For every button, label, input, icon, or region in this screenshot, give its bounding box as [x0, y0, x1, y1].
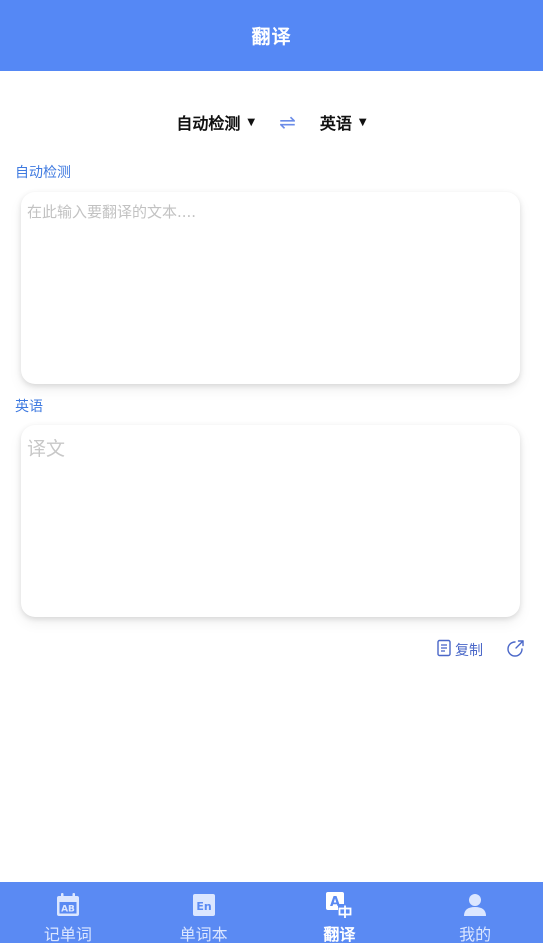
caret-down-icon: ▼	[358, 116, 367, 128]
tab-memorize-words[interactable]: AB 记单词	[0, 882, 136, 944]
translation-output-box: 译文	[21, 425, 520, 617]
tab-label: 我的	[459, 925, 492, 944]
target-language-select[interactable]: 英语 ▼	[320, 110, 367, 134]
source-language-select[interactable]: 自动检测 ▼	[176, 110, 255, 134]
translate-icon: A	[325, 892, 353, 918]
copy-button[interactable]: 复制	[436, 639, 483, 661]
copy-label: 复制	[455, 643, 483, 659]
tab-label: 单词本	[179, 925, 228, 944]
caret-down-icon: ▼	[247, 116, 256, 128]
document-copy-icon	[436, 639, 455, 661]
tab-label: 记单词	[43, 925, 92, 944]
en-book-icon: En	[191, 892, 217, 918]
tab-word-book[interactable]: En 单词本	[136, 882, 272, 944]
source-text-box	[21, 192, 520, 384]
page-title: 翻译	[251, 26, 292, 48]
user-icon	[462, 892, 488, 918]
svg-text:En: En	[196, 900, 211, 913]
translation-output-text: 译文	[27, 438, 66, 460]
page-header: 翻译	[0, 0, 543, 71]
tab-translate[interactable]: A 翻译	[272, 882, 408, 944]
target-language-label: 英语	[319, 114, 352, 133]
bottom-tab-bar: AB 记单词 En 单词本 A 翻译 我的	[0, 882, 543, 944]
tab-label: 翻译	[323, 925, 356, 944]
calendar-ab-icon: AB	[55, 892, 81, 918]
swap-languages-icon[interactable]: ⇌	[279, 110, 296, 134]
svg-text:AB: AB	[61, 905, 75, 915]
source-text-input[interactable]	[21, 192, 520, 384]
source-language-label: 自动检测	[176, 114, 241, 133]
tab-profile[interactable]: 我的	[407, 882, 543, 944]
source-section-label: 自动检测	[15, 165, 71, 181]
target-section-label: 英语	[15, 399, 43, 415]
share-button[interactable]	[507, 639, 525, 661]
language-bar: 自动检测 ▼ ⇌ 英语 ▼	[0, 104, 543, 140]
share-icon	[507, 639, 525, 661]
output-actions: 复制	[436, 636, 525, 664]
